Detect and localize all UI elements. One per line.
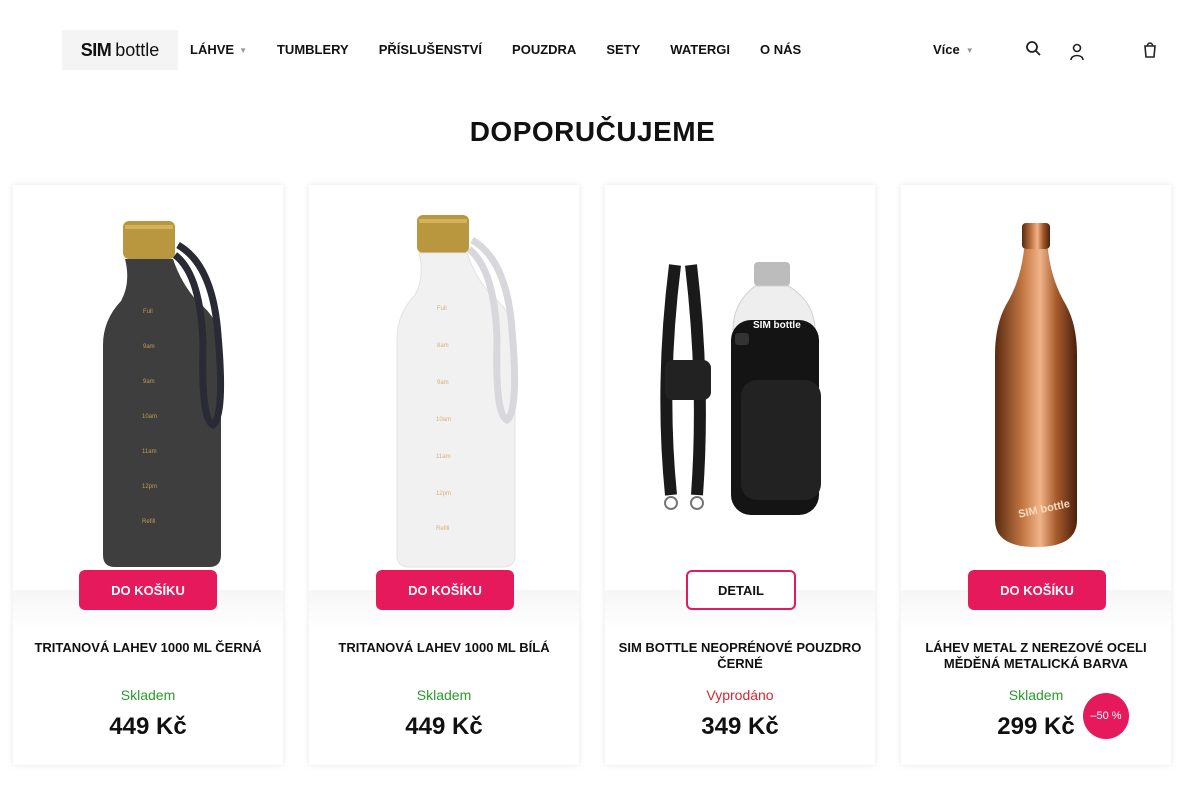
main-nav: LÁHVE ▼ TUMBLERY PŘÍSLUŠENSTVÍ POUZDRA S… (190, 42, 831, 57)
product-card[interactable]: SIM bottle DETAIL SIM BOTTLE NEOPRÉNOVÉ … (605, 185, 875, 765)
nav-label: POUZDRA (512, 42, 577, 57)
product-name[interactable]: TRITANOVÁ LAHEV 1000 ML BÍLÁ (317, 640, 571, 656)
svg-text:Full: Full (143, 309, 153, 315)
nav-label: SETY (606, 42, 641, 57)
nav-item-prislusenstvi[interactable]: PŘÍSLUŠENSTVÍ (379, 42, 482, 57)
product-card[interactable]: Full 8am 9am 10am 11am 12pm Refill DO KOŠÍKU … (309, 185, 579, 765)
add-to-cart-button[interactable]: DO KOŠÍKU (968, 570, 1106, 610)
product-price: 449 Kč (109, 713, 187, 740)
add-to-cart-button[interactable]: DO KOŠÍKU (376, 570, 514, 610)
chevron-down-icon: ▼ (239, 46, 247, 55)
svg-text:10am: 10am (142, 414, 157, 420)
logo-text-light: bottle (115, 39, 160, 60)
nav-label: TUMBLERY (276, 42, 349, 57)
product-name[interactable]: TRITANOVÁ LAHEV 1000 ML ČERNÁ (21, 640, 275, 656)
product-card[interactable]: Full 9am 9am 10am 11am 12pm Refill DO KOŠÍKU … (13, 185, 283, 765)
logo-text-bold: SIM (80, 39, 112, 60)
cart-icon[interactable] (1142, 40, 1158, 60)
svg-text:9am: 9am (143, 379, 155, 385)
more-menu[interactable]: Více ▼ (933, 42, 974, 57)
svg-text:11am: 11am (142, 449, 157, 455)
search-icon[interactable] (1025, 40, 1041, 60)
product-price: 299 Kč (997, 713, 1075, 740)
detail-button[interactable]: DETAIL (686, 570, 796, 610)
svg-text:12pm: 12pm (436, 491, 451, 497)
product-image-copper-metal-bottle[interactable]: SIM bottle (901, 185, 1171, 590)
stock-status: Skladem (120, 687, 176, 703)
add-to-cart-button[interactable]: DO KOŠÍKU (79, 570, 217, 610)
product-name[interactable]: LÁHEV METAL Z NEREZOVÉ OCELI MĚDĚNÁ META… (909, 640, 1163, 672)
svg-text:Refill: Refill (142, 519, 155, 525)
nav-item-sety[interactable]: SETY (606, 42, 640, 57)
stock-status: Vyprodáno (706, 687, 774, 703)
nav-item-tumblery[interactable]: TUMBLERY (277, 42, 349, 57)
nav-label: LÁHVE (190, 42, 235, 57)
svg-text:11am: 11am (436, 454, 451, 460)
section-title: DOPORUČUJEME (469, 116, 716, 147)
product-name[interactable]: SIM BOTTLE NEOPRÉNOVÉ POUZDRO ČERNÉ (613, 640, 867, 672)
stock-status: Skladem (416, 687, 472, 703)
site-header: SIM bottle LÁHVE ▼ TUMBLERY PŘÍSLUŠENSTV… (0, 0, 1200, 100)
nav-label: PŘÍSLUŠENSTVÍ (378, 42, 483, 57)
product-image-black-tritan-bottle[interactable]: Full 9am 9am 10am 11am 12pm Refill (13, 185, 283, 590)
product-price: 349 Kč (701, 713, 779, 740)
product-price: 449 Kč (405, 713, 483, 740)
nav-label: WATERGI (670, 42, 730, 57)
svg-text:Full: Full (437, 306, 447, 312)
product-image-white-tritan-bottle[interactable]: Full 8am 9am 10am 11am 12pm Refill (309, 185, 579, 590)
product-image-neoprene-case[interactable]: SIM bottle (605, 185, 875, 590)
svg-text:9am: 9am (143, 344, 155, 350)
svg-text:9am: 9am (437, 380, 449, 386)
nav-item-watergi[interactable]: WATERGI (670, 42, 730, 57)
stock-status: Skladem (1008, 687, 1064, 703)
discount-badge: –50 % (1083, 693, 1129, 739)
nav-item-pouzdra[interactable]: POUZDRA (512, 42, 576, 57)
user-icon[interactable] (1069, 43, 1085, 63)
more-label: Více (933, 42, 960, 57)
case-brand-text: SIM bottle (753, 320, 801, 331)
nav-item-lahve[interactable]: LÁHVE ▼ (190, 42, 247, 57)
svg-text:Refill: Refill (436, 526, 449, 532)
product-card[interactable]: SIM bottle DO KOŠÍKU LÁHEV METAL Z NEREZ… (901, 185, 1171, 765)
svg-text:8am: 8am (437, 343, 449, 349)
nav-item-o-nas[interactable]: O NÁS (760, 42, 801, 57)
nav-label: O NÁS (759, 42, 802, 57)
chevron-down-icon: ▼ (965, 46, 974, 55)
svg-text:10am: 10am (436, 417, 451, 423)
logo[interactable]: SIM bottle (62, 30, 178, 70)
svg-text:12pm: 12pm (142, 484, 157, 490)
